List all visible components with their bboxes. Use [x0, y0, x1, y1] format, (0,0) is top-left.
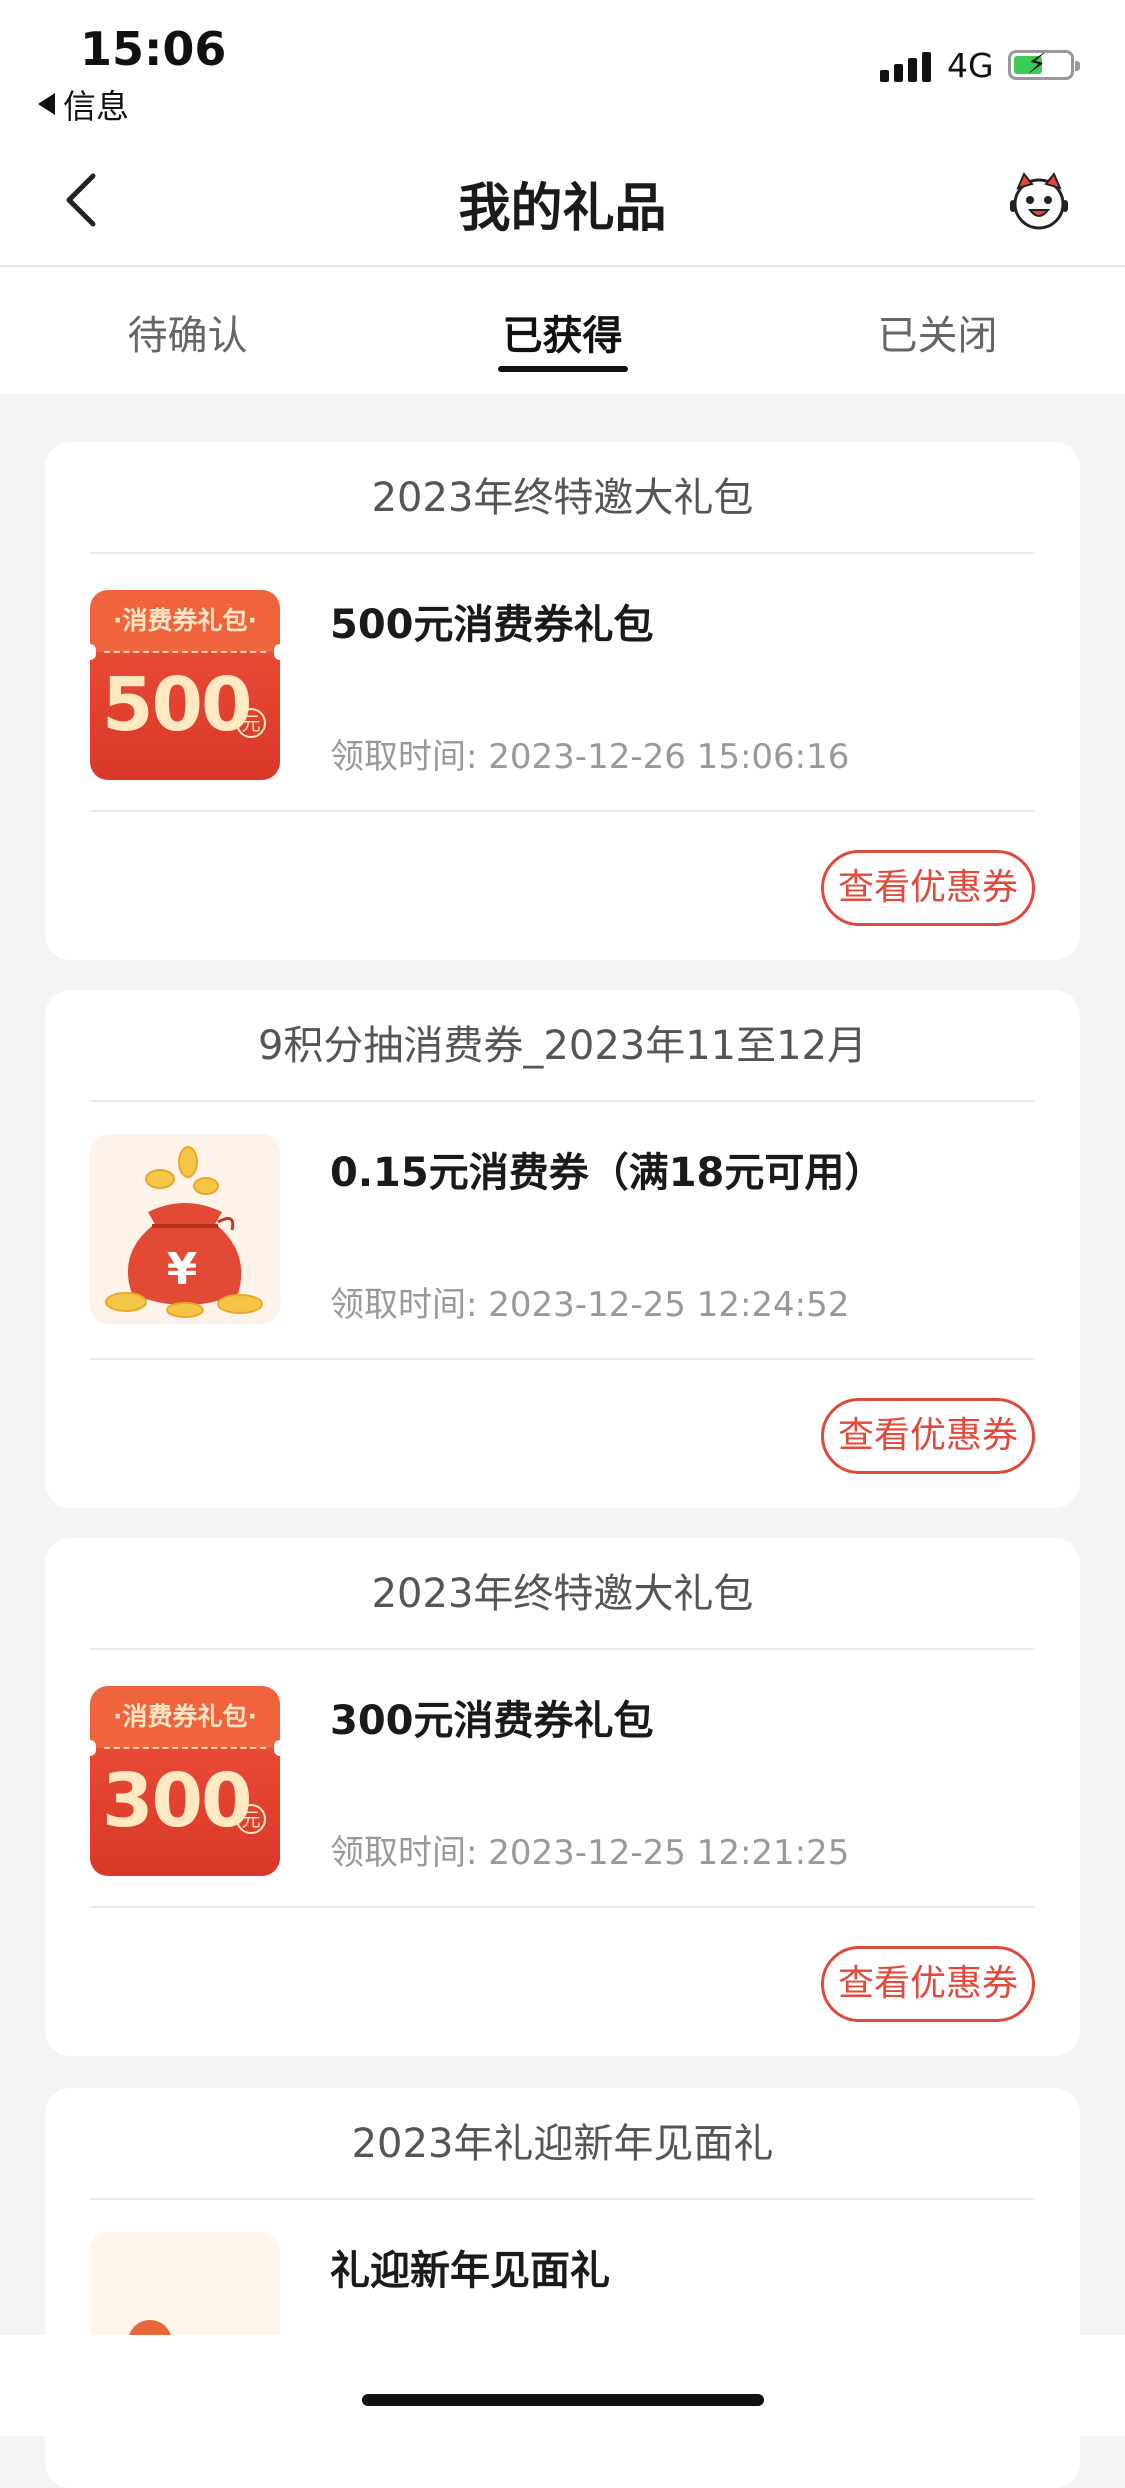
back-triangle-icon: [38, 93, 55, 115]
bottom-safe-area: [0, 2335, 1125, 2436]
divider: [90, 810, 1035, 812]
gift-name: 300元消费券礼包: [330, 1698, 654, 1744]
gift-card-header: 2023年终特邀大礼包: [371, 1571, 754, 1617]
home-indicator[interactable]: [362, 2394, 764, 2406]
coupon-amount: 300: [102, 1758, 252, 1844]
money-bag-icon: ¥: [105, 1146, 263, 1318]
divider: [90, 1100, 1035, 1102]
tab-pending[interactable]: 待确认: [0, 267, 375, 394]
money-bag-thumbnail: ¥: [90, 1134, 280, 1324]
back-app-label: 信息: [63, 87, 129, 126]
gift-received-time: 领取时间: 2023-12-25 12:24:52: [330, 1285, 850, 1325]
gift-name: 礼迎新年见面礼: [330, 2248, 610, 2294]
status-time: 15:06: [80, 22, 227, 76]
gift-card: 2023年终特邀大礼包 ·消费券礼包· 300 元 300元消费券礼包 领取时间…: [45, 1538, 1080, 2056]
divider: [90, 552, 1035, 554]
network-type: 4G: [947, 46, 994, 85]
gift-name: 500元消费券礼包: [330, 602, 654, 648]
tab-obtained[interactable]: 已获得: [375, 267, 750, 394]
page-title: 我的礼品: [458, 179, 667, 239]
gift-card: 2023年终特邀大礼包 ·消费券礼包· 500 元 500元消费券礼包 领取时间…: [45, 442, 1080, 960]
divider: [90, 1906, 1035, 1908]
battery-icon: ⚡: [1008, 49, 1080, 80]
gift-received-time: 领取时间: 2023-12-25 12:21:25: [330, 1833, 850, 1873]
view-coupon-button[interactable]: 查看优惠券: [821, 1946, 1035, 2022]
svg-text:¥: ¥: [167, 1244, 198, 1295]
coupon-title: ·消费券礼包·: [90, 590, 280, 652]
divider: [90, 1358, 1035, 1360]
gift-received-time: 领取时间: 2023-12-26 15:06:16: [330, 737, 850, 777]
coupon-thumbnail: ·消费券礼包· 300 元: [90, 1686, 280, 1876]
coupon-amount: 500: [102, 662, 252, 748]
status-bar: 15:06 信息 4G ⚡: [0, 0, 1125, 140]
divider: [90, 2198, 1035, 2200]
tab-closed[interactable]: 已关闭: [750, 267, 1125, 394]
gift-card: 9积分抽消费券_2023年11至12月 ¥ 0.15元消费券（满18元可用） 领…: [45, 990, 1080, 1508]
signal-icon: [880, 52, 931, 82]
back-to-app-link[interactable]: 信息: [38, 80, 129, 128]
view-coupon-button[interactable]: 查看优惠券: [821, 850, 1035, 926]
gift-card-header: 2023年终特邀大礼包: [371, 475, 754, 521]
gift-card-header: 2023年礼迎新年见面礼: [351, 2121, 774, 2167]
divider: [90, 1648, 1035, 1650]
gift-name: 0.15元消费券（满18元可用）: [330, 1150, 885, 1196]
mascot-service-icon[interactable]: [1006, 168, 1072, 234]
nav-bar: 我的礼品: [0, 140, 1125, 267]
coupon-unit: 元: [236, 708, 266, 738]
tab-bar: 待确认 已获得 已关闭: [0, 267, 1125, 394]
gift-card-header: 9积分抽消费券_2023年11至12月: [257, 1023, 868, 1069]
coupon-thumbnail: ·消费券礼包· 500 元: [90, 590, 280, 780]
coupon-title: ·消费券礼包·: [90, 1686, 280, 1748]
coupon-unit: 元: [236, 1804, 266, 1834]
view-coupon-button[interactable]: 查看优惠券: [821, 1398, 1035, 1474]
